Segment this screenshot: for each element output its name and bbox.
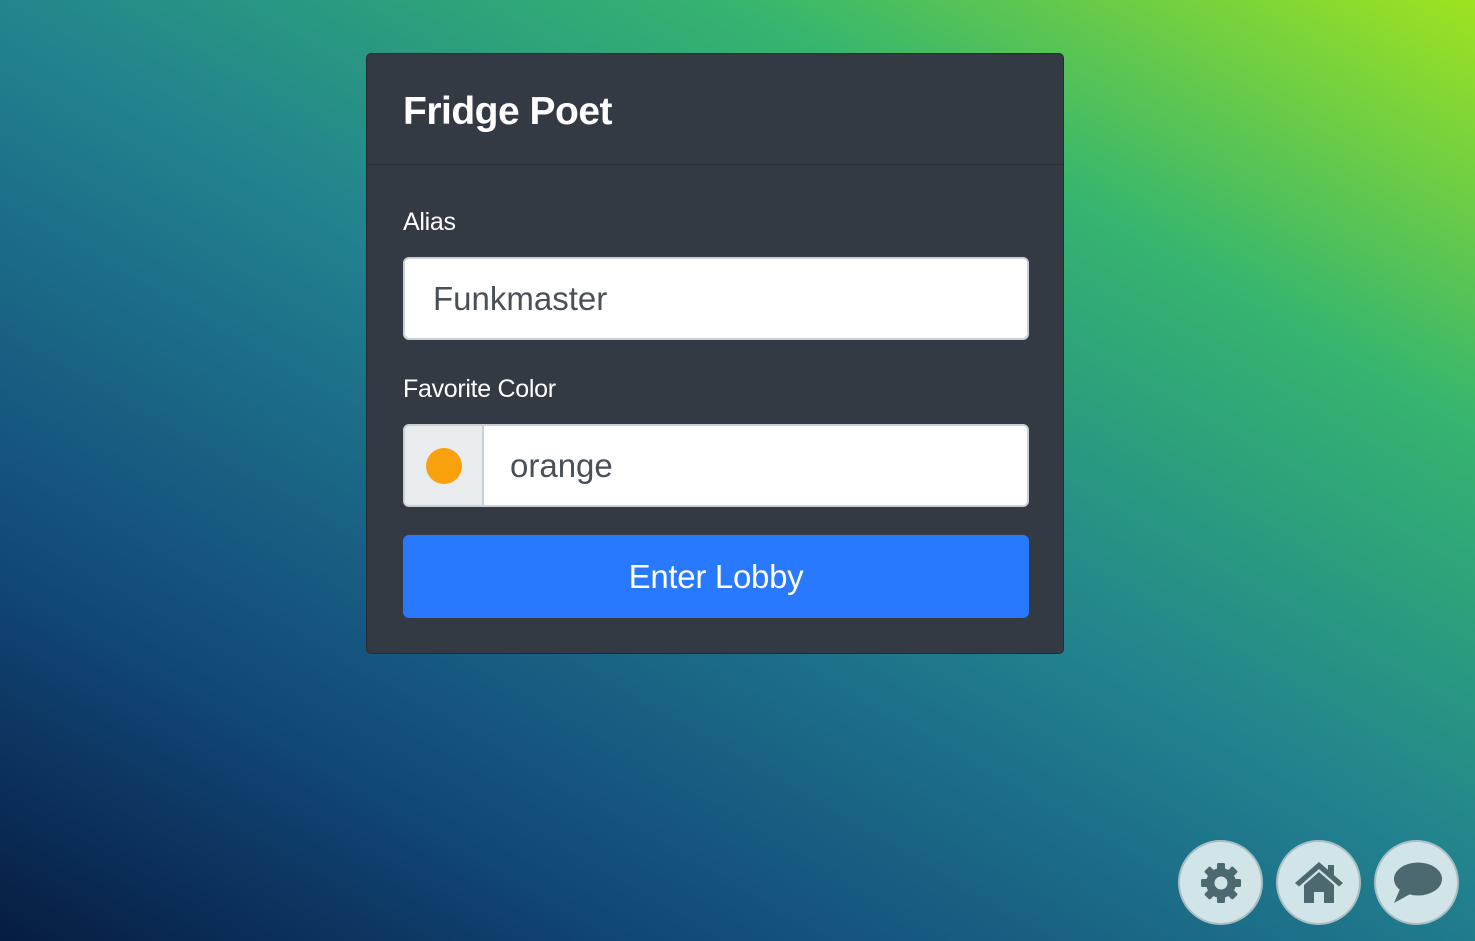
- alias-input[interactable]: [403, 257, 1029, 340]
- card-header: Fridge Poet: [367, 54, 1063, 165]
- color-swatch-addon[interactable]: [405, 426, 484, 505]
- home-icon: [1294, 861, 1343, 903]
- chat-bubble-icon: [1393, 862, 1442, 903]
- card-body: Alias Favorite Color Enter Lobby: [367, 165, 1063, 618]
- login-card: Fridge Poet Alias Favorite Color Enter L…: [366, 53, 1064, 654]
- settings-button[interactable]: [1178, 840, 1263, 925]
- gear-icon: [1200, 862, 1241, 903]
- color-swatch-dot: [425, 447, 462, 484]
- page-title: Fridge Poet: [403, 90, 613, 133]
- home-button[interactable]: [1276, 840, 1361, 925]
- favorite-color-group: [403, 424, 1029, 507]
- enter-lobby-button[interactable]: Enter Lobby: [403, 535, 1029, 618]
- favorite-color-input[interactable]: [484, 426, 1027, 505]
- favorite-color-label: Favorite Color: [403, 375, 556, 403]
- chat-button[interactable]: [1374, 840, 1459, 925]
- alias-label: Alias: [403, 208, 456, 236]
